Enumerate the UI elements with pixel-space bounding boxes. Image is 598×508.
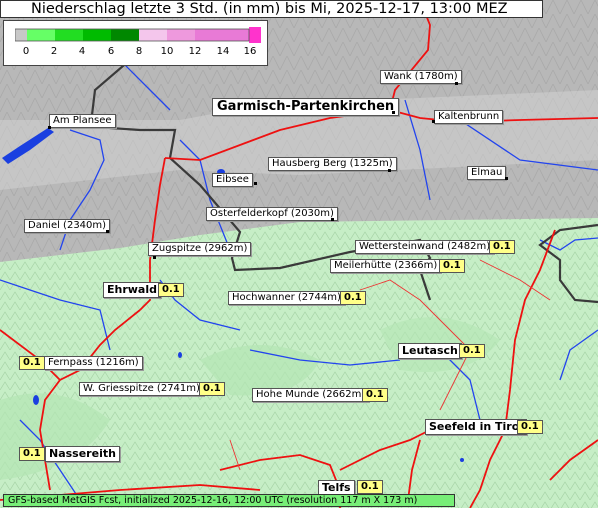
place-marker bbox=[388, 169, 391, 172]
precip-value-badge: 0.1 bbox=[19, 356, 45, 370]
place-label-nassereith[interactable]: Nassereith bbox=[45, 446, 120, 462]
lake-small bbox=[460, 458, 464, 462]
legend-color-bar bbox=[15, 27, 261, 43]
place-label-wank[interactable]: Wank (1780m) bbox=[380, 70, 462, 84]
legend-tick: 12 bbox=[188, 46, 202, 57]
precip-legend: 0 2 4 6 8 10 12 14 16 bbox=[3, 20, 268, 66]
lake-small bbox=[178, 352, 182, 358]
legend-tick: 0 bbox=[22, 46, 30, 57]
place-label-zugspitze[interactable]: Zugspitze (2962m) bbox=[148, 242, 252, 256]
place-label-wettersteinwand[interactable]: Wettersteinwand (2482m) bbox=[355, 240, 495, 254]
lake-small bbox=[33, 395, 39, 405]
legend-tick: 6 bbox=[107, 46, 115, 57]
place-label-eibsee[interactable]: Eibsee bbox=[212, 173, 253, 187]
place-label-ehrwald[interactable]: Ehrwald bbox=[103, 282, 161, 298]
place-label-kaltenbrunn[interactable]: Kaltenbrunn bbox=[434, 110, 504, 124]
place-marker bbox=[153, 256, 156, 259]
place-marker bbox=[432, 120, 435, 123]
legend-tick: 8 bbox=[135, 46, 143, 57]
precip-value-badge: 0.1 bbox=[19, 447, 45, 461]
precip-value-badge: 0.1 bbox=[459, 344, 485, 358]
place-label-meilerhuette[interactable]: Meilerhütte (2366m) bbox=[330, 259, 442, 273]
place-marker bbox=[48, 126, 51, 129]
map-title: Niederschlag letzte 3 Std. (in mm) bis M… bbox=[0, 0, 543, 18]
precip-value-badge: 0.1 bbox=[158, 283, 184, 297]
place-label-plansee[interactable]: Am Plansee bbox=[49, 114, 116, 128]
place-marker bbox=[331, 218, 334, 221]
legend-tick: 14 bbox=[216, 46, 230, 57]
place-label-hochwanner[interactable]: Hochwanner (2744m) bbox=[228, 291, 345, 305]
place-label-garmisch[interactable]: Garmisch-Partenkirchen bbox=[212, 98, 400, 116]
place-label-seefeld[interactable]: Seefeld in Tirol bbox=[425, 419, 528, 435]
precip-value-badge: 0.1 bbox=[517, 420, 543, 434]
place-marker bbox=[106, 230, 109, 233]
precip-value-badge: 0.1 bbox=[340, 291, 366, 305]
precip-value-badge: 0.1 bbox=[489, 240, 515, 254]
place-label-hausberg[interactable]: Hausberg Berg (1325m) bbox=[268, 157, 397, 171]
place-marker bbox=[455, 82, 458, 85]
place-marker bbox=[254, 182, 257, 185]
place-marker bbox=[505, 177, 508, 180]
place-label-osterfelderkopf[interactable]: Osterfelderkopf (2030m) bbox=[206, 207, 338, 221]
place-label-daniel[interactable]: Daniel (2340m) bbox=[24, 219, 111, 233]
legend-tick: 2 bbox=[50, 46, 58, 57]
precip-value-badge: 0.1 bbox=[199, 382, 225, 396]
place-label-griesspitze[interactable]: W. Griesspitze (2741m) bbox=[79, 382, 204, 396]
legend-tick: 10 bbox=[160, 46, 174, 57]
precip-value-badge: 0.1 bbox=[362, 388, 388, 402]
legend-tick: 4 bbox=[78, 46, 86, 57]
place-label-hohemunde[interactable]: Hohe Munde (2662m) bbox=[252, 388, 370, 402]
forecast-info-footer: GFS-based MetGIS Fcst, initialized 2025-… bbox=[3, 494, 455, 507]
place-label-leutasch[interactable]: Leutasch bbox=[398, 343, 462, 359]
place-marker bbox=[392, 111, 395, 114]
place-label-fernpass[interactable]: Fernpass (1216m) bbox=[44, 356, 143, 370]
legend-tick: 16 bbox=[243, 46, 257, 57]
place-label-elmau[interactable]: Elmau bbox=[467, 166, 507, 180]
precip-value-badge: 0.1 bbox=[357, 480, 383, 494]
precip-value-badge: 0.1 bbox=[439, 259, 465, 273]
